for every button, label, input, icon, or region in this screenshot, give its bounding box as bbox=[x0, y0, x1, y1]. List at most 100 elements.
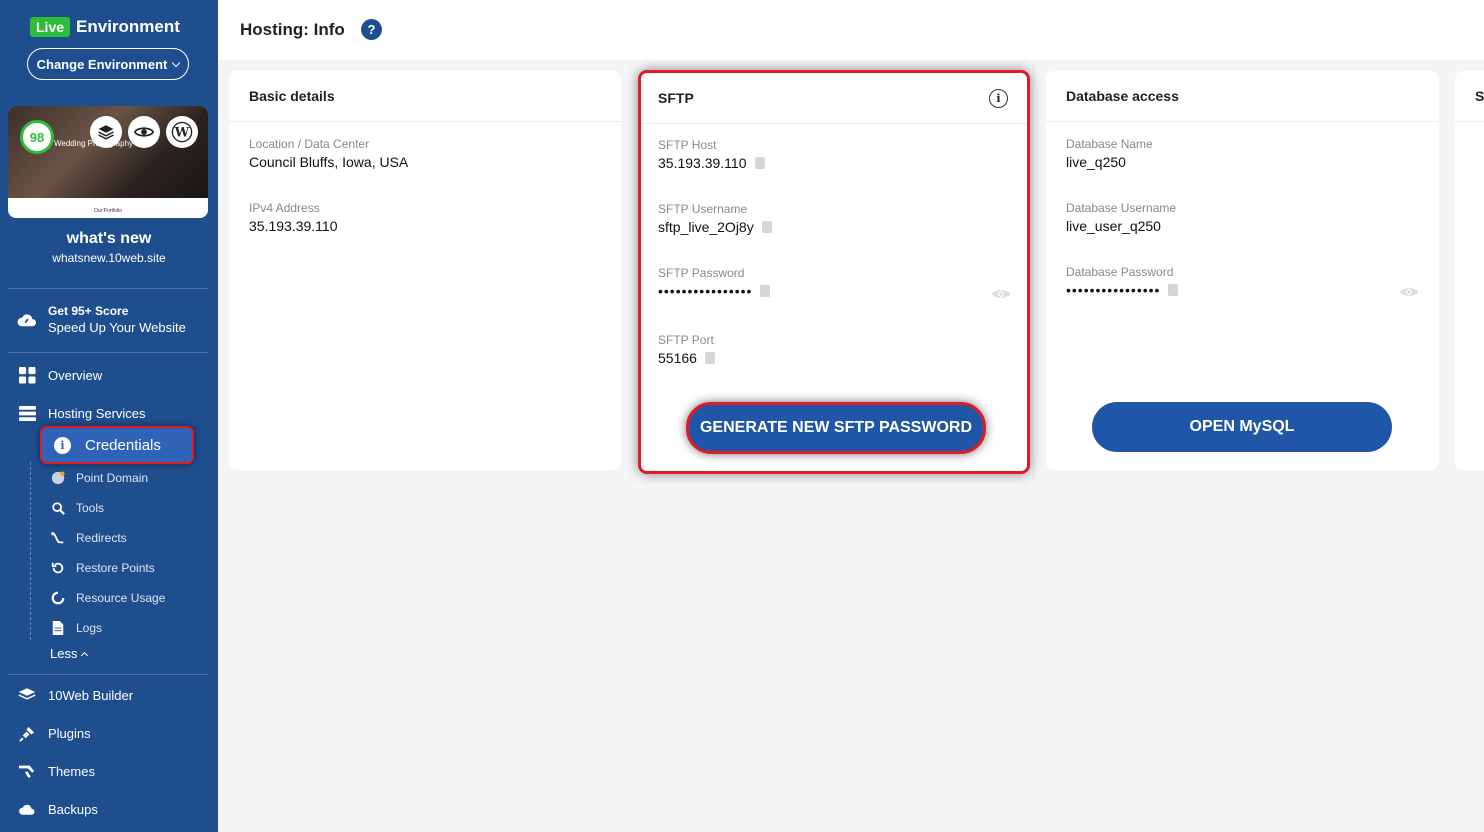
location-label: Location / Data Center bbox=[249, 137, 370, 151]
change-environment-button[interactable]: Change Environment bbox=[27, 48, 189, 80]
nav-hosting-services[interactable]: Hosting Services bbox=[18, 404, 146, 422]
nav-backups[interactable]: Backups bbox=[18, 800, 98, 818]
sftp-password-row: •••••••••••••••• bbox=[658, 283, 771, 299]
card-title: SFTP bbox=[658, 90, 694, 106]
nav-point-domain[interactable]: Point Domain bbox=[50, 470, 148, 486]
sftp-port-field: SFTP Port 55166 bbox=[658, 333, 715, 366]
page-title: Hosting: Info bbox=[240, 20, 345, 39]
eye-icon bbox=[134, 127, 154, 137]
site-name: what's new bbox=[66, 230, 152, 247]
nav-themes[interactable]: Themes bbox=[18, 762, 95, 780]
card-title: Basic details bbox=[229, 71, 621, 122]
card-title: S bbox=[1455, 71, 1484, 122]
less-label: Less bbox=[50, 646, 78, 661]
next-card-partial: S bbox=[1455, 71, 1484, 470]
divider bbox=[8, 674, 208, 675]
promo-title: Get 95+ Score bbox=[48, 304, 129, 318]
divider bbox=[8, 288, 208, 289]
nav-redirects-label: Redirects bbox=[76, 531, 127, 545]
nav-10web-builder[interactable]: 10Web Builder bbox=[18, 686, 133, 704]
sftp-username-field: SFTP Username sftp_live_2Oj8y bbox=[658, 202, 772, 235]
nav-plugins-label: Plugins bbox=[48, 725, 91, 741]
nav-resource-usage[interactable]: Resource Usage bbox=[50, 590, 165, 606]
restore-icon bbox=[50, 560, 66, 576]
sftp-host-row: 35.193.39.110 bbox=[658, 155, 765, 171]
promo-text: Get 95+ Score Speed Up Your Website bbox=[48, 304, 186, 335]
help-button[interactable]: ? bbox=[361, 19, 382, 40]
database-access-card: Database access Database Name live_q250 … bbox=[1046, 71, 1439, 470]
sftp-username-label: SFTP Username bbox=[658, 202, 748, 216]
copy-icon[interactable] bbox=[1166, 284, 1179, 298]
db-name-field: Database Name live_q250 bbox=[1066, 137, 1153, 170]
nav-logs-label: Logs bbox=[76, 621, 103, 635]
db-username-value: live_user_q250 bbox=[1066, 218, 1161, 234]
nav-tools[interactable]: Tools bbox=[50, 500, 104, 516]
preview-button[interactable] bbox=[128, 116, 160, 148]
sftp-host-field: SFTP Host 35.193.39.110 bbox=[658, 138, 765, 171]
db-username-label: Database Username bbox=[1066, 201, 1177, 215]
ipv4-field: IPv4 Address 35.193.39.110 bbox=[249, 201, 338, 234]
divider bbox=[8, 352, 208, 353]
cloud-backup-icon bbox=[18, 800, 36, 818]
nav-logs[interactable]: Logs bbox=[50, 620, 102, 636]
db-name-value: live_q250 bbox=[1066, 154, 1126, 170]
nav-restore-label: Restore Points bbox=[76, 561, 155, 575]
wordpress-icon: W bbox=[171, 121, 193, 143]
chevron-down-icon bbox=[172, 58, 181, 67]
db-password-field: Database Password •••••••••••••••• bbox=[1066, 265, 1179, 298]
pagespeed-score[interactable]: 98 bbox=[20, 120, 54, 154]
promo-subtitle: Speed Up Your Website bbox=[48, 320, 186, 335]
layers-button[interactable] bbox=[90, 116, 122, 148]
db-username-field: Database Username live_user_q250 bbox=[1066, 201, 1176, 234]
cloud-speed-icon bbox=[17, 313, 36, 326]
sftp-card: SFTP i SFTP Host 35.193.39.110 SFTP User… bbox=[638, 70, 1030, 474]
less-toggle[interactable]: Less bbox=[50, 646, 89, 661]
site-thumbnail[interactable]: Wedding Photography Our Portfolio 98 W bbox=[8, 106, 208, 218]
site-url[interactable]: whatsnew.10web.site bbox=[0, 251, 218, 265]
sftp-host-label: SFTP Host bbox=[658, 138, 717, 152]
live-badge: Live bbox=[30, 17, 71, 37]
page-header: Hosting: Info ? bbox=[218, 0, 1484, 60]
show-password-icon[interactable] bbox=[991, 287, 1011, 301]
brush-icon bbox=[18, 762, 36, 780]
sftp-username-value: sftp_live_2Oj8y bbox=[658, 219, 754, 235]
show-password-icon[interactable] bbox=[1399, 285, 1419, 299]
db-password-row: •••••••••••••••• bbox=[1066, 282, 1179, 298]
open-mysql-button[interactable]: OPEN MySQL bbox=[1092, 402, 1392, 452]
sftp-host-value: 35.193.39.110 bbox=[658, 155, 747, 171]
environment-header: Live Environment bbox=[30, 17, 180, 37]
sftp-username-row: sftp_live_2Oj8y bbox=[658, 219, 772, 235]
nav-restore-points[interactable]: Restore Points bbox=[50, 560, 155, 576]
wordpress-button[interactable]: W bbox=[166, 116, 198, 148]
nav-redirects[interactable]: Redirects bbox=[50, 530, 127, 546]
nav-point-domain-label: Point Domain bbox=[76, 471, 149, 485]
sidebar: Live Environment Change Environment Wedd… bbox=[0, 0, 218, 832]
sftp-port-row: 55166 bbox=[658, 350, 715, 366]
plug-icon bbox=[18, 724, 36, 742]
db-password-value: •••••••••••••••• bbox=[1066, 282, 1161, 298]
info-icon[interactable]: i bbox=[989, 89, 1008, 108]
nav-tools-label: Tools bbox=[76, 501, 105, 515]
copy-icon[interactable] bbox=[702, 352, 715, 366]
tree-line bbox=[30, 462, 31, 640]
copy-icon[interactable] bbox=[752, 157, 765, 171]
grid-icon bbox=[18, 366, 36, 384]
nav-credentials[interactable]: i Credentials bbox=[40, 426, 194, 464]
sftp-port-label: SFTP Port bbox=[658, 333, 714, 347]
environment-title: Environment bbox=[76, 17, 180, 36]
nav-backups-label: Backups bbox=[48, 801, 98, 817]
copy-icon[interactable] bbox=[759, 221, 772, 235]
generate-sftp-password-button[interactable]: GENERATE NEW SFTP PASSWORD bbox=[686, 402, 986, 454]
sftp-header: SFTP i bbox=[641, 73, 1027, 124]
db-password-label: Database Password bbox=[1066, 265, 1174, 279]
nav-builder-label: 10Web Builder bbox=[48, 687, 134, 703]
sftp-password-label: SFTP Password bbox=[658, 266, 745, 280]
speed-up-promo[interactable]: Get 95+ Score Speed Up Your Website bbox=[16, 304, 186, 335]
usage-icon bbox=[50, 590, 66, 606]
info-icon: i bbox=[54, 436, 71, 454]
nav-overview[interactable]: Overview bbox=[18, 366, 102, 384]
nav-plugins[interactable]: Plugins bbox=[18, 724, 91, 742]
redirect-icon bbox=[50, 530, 66, 546]
card-title: Database access bbox=[1046, 71, 1439, 122]
copy-icon[interactable] bbox=[758, 285, 771, 299]
